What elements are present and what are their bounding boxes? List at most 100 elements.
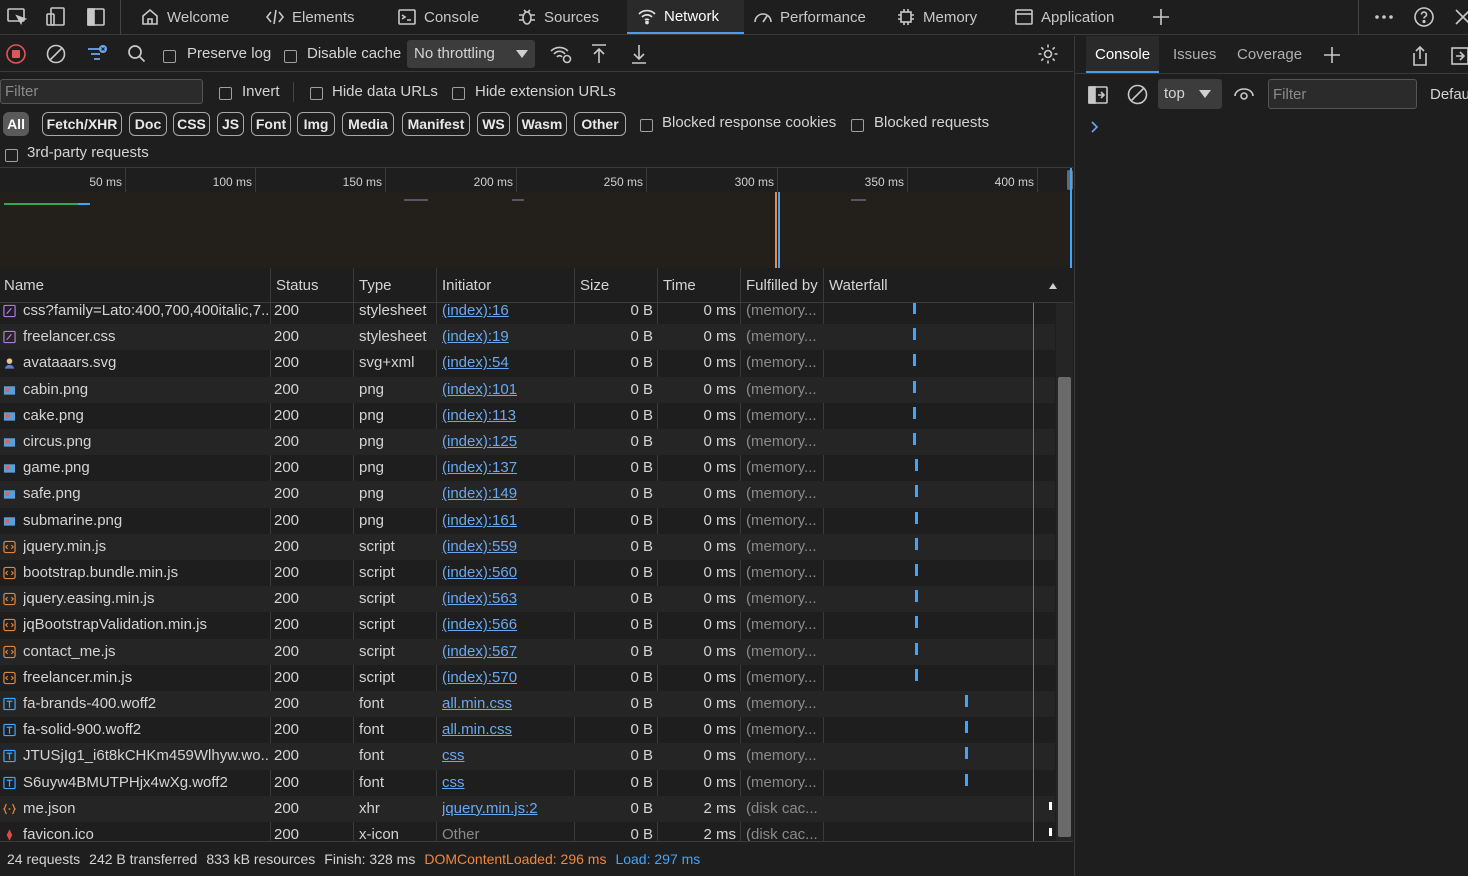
type-filter-all[interactable]: All: [3, 112, 29, 136]
type-filter-wasm[interactable]: Wasm: [517, 112, 567, 136]
request-initiator[interactable]: (index):113: [442, 403, 572, 429]
table-row[interactable]: jqBootstrapValidation.min.js 200 script (in…: [0, 612, 1055, 638]
request-initiator[interactable]: (index):101: [442, 377, 572, 403]
request-initiator[interactable]: all.min.css: [442, 691, 572, 717]
request-initiator[interactable]: css: [442, 743, 572, 769]
table-row[interactable]: bootstrap.bundle.min.js 200 script (index):…: [0, 560, 1055, 586]
request-initiator[interactable]: css: [442, 770, 572, 796]
column-header-initiator[interactable]: Initiator: [438, 268, 491, 303]
add-tab-icon[interactable]: [1150, 6, 1172, 28]
tab-application[interactable]: Application: [1004, 0, 1124, 34]
filter-input[interactable]: Filter: [0, 79, 203, 104]
request-initiator[interactable]: (index):563: [442, 586, 572, 612]
request-initiator[interactable]: (index):567: [442, 639, 572, 665]
request-initiator[interactable]: all.min.css: [442, 717, 572, 743]
column-header-time[interactable]: Time: [659, 268, 696, 303]
type-filter-fetch-xhr[interactable]: Fetch/XHR: [42, 112, 122, 136]
request-initiator[interactable]: (index):149: [442, 481, 572, 507]
table-row[interactable]: me.json 200 xhr jquery.min.js:2 0 B 2 ms (disk…: [0, 795, 1055, 822]
hide-data-urls-checkbox[interactable]: [310, 84, 323, 100]
third-party-checkbox[interactable]: [5, 146, 18, 162]
export-har-icon[interactable]: [629, 43, 649, 65]
drawer-tab-issues[interactable]: Issues: [1164, 36, 1225, 73]
dock-drawer-icon[interactable]: [1410, 45, 1430, 67]
table-row[interactable]: JTUSjIg1_i6t8kCHKm459Wlhyw.wo... 200 font c…: [0, 743, 1055, 770]
record-stop-icon[interactable]: [6, 44, 26, 64]
type-filter-css[interactable]: CSS: [173, 112, 210, 136]
table-row[interactable]: freelancer.min.js 200 script (index):570 0 B…: [0, 665, 1055, 691]
search-icon[interactable]: [127, 44, 147, 64]
close-drawer-icon[interactable]: [1450, 46, 1468, 66]
context-selector[interactable]: top: [1158, 79, 1222, 109]
import-har-icon[interactable]: [589, 43, 609, 65]
blocked-response-cookies-checkbox[interactable]: [640, 116, 653, 132]
type-filter-font[interactable]: Font: [251, 112, 291, 136]
tab-sources[interactable]: Sources: [507, 0, 609, 34]
table-row[interactable]: game.png 200 png (index):137 0 B 0 ms (memory.…: [0, 455, 1055, 481]
tab-welcome[interactable]: Welcome: [130, 0, 239, 34]
disable-cache-checkbox[interactable]: [284, 47, 297, 63]
request-initiator[interactable]: (index):161: [442, 508, 572, 534]
table-row[interactable]: css?family=Lato:400,700,400italic,7... 20…: [0, 303, 1055, 324]
tab-performance[interactable]: Performance: [743, 0, 876, 34]
request-initiator[interactable]: (index):560: [442, 560, 572, 586]
preserve-log-checkbox[interactable]: [163, 47, 176, 63]
request-initiator[interactable]: (index):125: [442, 429, 572, 455]
type-filter-doc[interactable]: Doc: [129, 112, 167, 136]
type-filter-js[interactable]: JS: [217, 112, 244, 136]
close-devtools-icon[interactable]: [1452, 6, 1468, 28]
filter-toggle-icon[interactable]: [85, 42, 109, 66]
request-initiator[interactable]: (index):19: [442, 324, 572, 350]
blocked-requests-checkbox[interactable]: [851, 116, 864, 132]
log-levels-dropdown[interactable]: Defau: [1430, 86, 1468, 103]
type-filter-media[interactable]: Media: [342, 112, 394, 136]
table-row[interactable]: S6uyw4BMUTPHjx4wXg.woff2 200 font css 0 B 0 m…: [0, 770, 1055, 796]
table-row[interactable]: contact_me.js 200 script (index):567 0 B 0 ms…: [0, 638, 1055, 665]
add-drawer-tab-icon[interactable]: [1323, 46, 1341, 64]
column-header-fulfilled-by[interactable]: Fulfilled by: [742, 268, 818, 303]
tab-memory[interactable]: Memory: [886, 0, 987, 34]
drawer-tab-coverage[interactable]: Coverage: [1228, 36, 1311, 73]
dock-sidebar-icon[interactable]: [85, 6, 107, 28]
help-icon[interactable]: [1413, 6, 1435, 28]
table-row[interactable]: jquery.min.js 200 script (index):559 0 B 0 ms…: [0, 533, 1055, 560]
table-row[interactable]: circus.png 200 png (index):125 0 B 0 ms (memor…: [0, 429, 1055, 456]
more-options-icon[interactable]: [1373, 6, 1395, 28]
table-row[interactable]: submarine.png 200 png (index):161 0 B 0 ms (me…: [0, 508, 1055, 534]
type-filter-manifest[interactable]: Manifest: [402, 112, 470, 136]
tab-network[interactable]: Network: [627, 0, 744, 34]
throttling-select[interactable]: No throttling: [407, 40, 535, 68]
table-row[interactable]: favicon.ico 200 x-icon Other 0 B 2 ms (disk ca…: [0, 822, 1055, 841]
table-row[interactable]: safe.png 200 png (index):149 0 B 0 ms (memory.…: [0, 481, 1055, 508]
table-row[interactable]: fa-brands-400.woff2 200 font all.min.css 0 B…: [0, 691, 1055, 718]
table-row[interactable]: fa-solid-900.woff2 200 font all.min.css 0 B 0…: [0, 717, 1055, 743]
request-initiator[interactable]: (index):16: [442, 303, 572, 324]
network-overview-timeline[interactable]: 50 ms 100 ms 150 ms 200 ms 250 ms 300 ms…: [0, 167, 1073, 268]
type-filter-other[interactable]: Other: [574, 112, 626, 136]
invert-checkbox[interactable]: [219, 84, 232, 100]
tab-elements[interactable]: Elements: [255, 0, 365, 34]
scrollbar-thumb[interactable]: [1058, 377, 1071, 837]
console-sidebar-icon[interactable]: [1088, 86, 1108, 104]
device-emulation-icon[interactable]: [45, 6, 67, 28]
request-initiator[interactable]: (index):137: [442, 455, 572, 481]
live-expression-eye-icon[interactable]: [1233, 84, 1255, 104]
console-filter-input[interactable]: Filter: [1268, 79, 1417, 109]
request-initiator[interactable]: (index):566: [442, 612, 572, 638]
request-initiator[interactable]: (index):570: [442, 665, 572, 691]
inspect-element-icon[interactable]: [6, 6, 28, 28]
request-initiator[interactable]: (index):54: [442, 350, 572, 376]
table-row[interactable]: cake.png 200 png (index):113 0 B 0 ms (memory.…: [0, 403, 1055, 429]
requests-scrollbar[interactable]: [1056, 303, 1073, 841]
network-settings-icon[interactable]: [1037, 43, 1059, 65]
column-header-status[interactable]: Status: [272, 268, 319, 303]
table-row[interactable]: freelancer.css 200 stylesheet (index):19 0 B…: [0, 324, 1055, 351]
clear-console-icon[interactable]: [1127, 84, 1148, 105]
clear-icon[interactable]: [46, 44, 66, 64]
table-row[interactable]: jquery.easing.min.js 200 script (index):563…: [0, 586, 1055, 613]
column-header-waterfall[interactable]: Waterfall: [825, 268, 888, 303]
request-initiator[interactable]: (index):559: [442, 534, 572, 560]
column-header-size[interactable]: Size: [576, 268, 609, 303]
network-conditions-icon[interactable]: [549, 43, 573, 65]
table-row[interactable]: cabin.png 200 png (index):101 0 B 0 ms (memory…: [0, 376, 1055, 403]
